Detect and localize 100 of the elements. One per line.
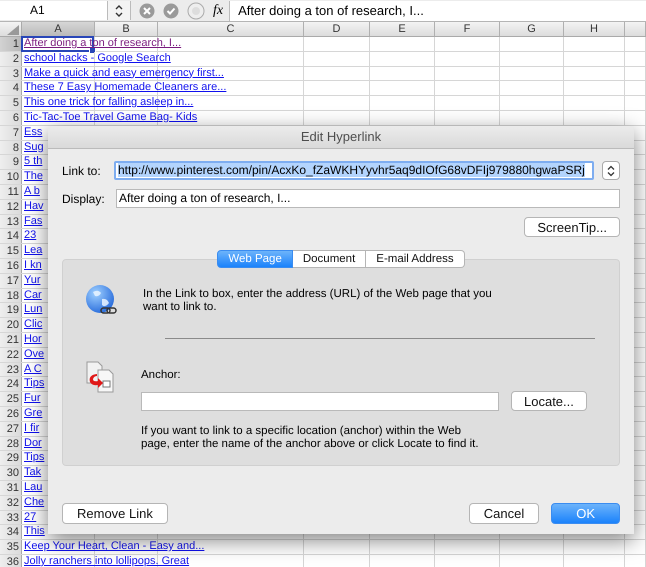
tab[interactable]: E-mail Address bbox=[366, 250, 465, 268]
row-header[interactable]: 12 bbox=[0, 200, 22, 214]
cancel-icon[interactable] bbox=[139, 2, 155, 18]
hyperlink-cell-text[interactable]: 27 bbox=[24, 510, 36, 524]
hyperlink-cell-text[interactable]: Dor bbox=[24, 436, 42, 450]
stepper-icon[interactable] bbox=[108, 1, 131, 20]
remove-link-button[interactable]: Remove Link bbox=[62, 503, 168, 524]
row-header[interactable]: 17 bbox=[0, 274, 22, 288]
column-header[interactable]: C bbox=[158, 22, 304, 36]
hyperlink-cell-text[interactable]: Keep Your Heart, Clean - Easy and... bbox=[24, 540, 204, 554]
hyperlink-cell-text[interactable]: Tak bbox=[24, 466, 42, 480]
row-header[interactable]: 7 bbox=[0, 126, 22, 140]
hyperlink-cell-text[interactable]: Tips bbox=[24, 451, 44, 464]
hyperlink-cell-text[interactable]: Ess bbox=[24, 126, 42, 139]
hyperlink-cell-text[interactable]: Fas bbox=[24, 214, 42, 228]
hyperlink-cell-text[interactable]: I fir bbox=[24, 422, 40, 435]
tab[interactable]: Document bbox=[292, 250, 366, 268]
column-header[interactable]: E bbox=[370, 22, 435, 36]
locate-button[interactable]: Locate... bbox=[511, 391, 587, 411]
name-box[interactable]: A1 bbox=[0, 1, 108, 20]
display-label: Display: bbox=[62, 192, 106, 206]
row-header[interactable]: 6 bbox=[0, 110, 22, 125]
row-header[interactable]: 30 bbox=[0, 466, 22, 480]
row-header[interactable]: 26 bbox=[0, 406, 22, 421]
row-header[interactable]: 23 bbox=[0, 362, 22, 376]
row-header[interactable]: 4 bbox=[0, 81, 22, 96]
row-header[interactable]: 32 bbox=[0, 496, 22, 510]
row-header[interactable]: 5 bbox=[0, 96, 22, 110]
row-header[interactable]: 24 bbox=[0, 377, 22, 392]
hyperlink-cell-text[interactable]: A C bbox=[24, 362, 42, 376]
formula-field[interactable]: After doing a ton of research, I... bbox=[229, 0, 646, 20]
check-icon[interactable] bbox=[163, 2, 179, 18]
row-header[interactable]: 27 bbox=[0, 422, 22, 436]
row-header[interactable]: 25 bbox=[0, 392, 22, 406]
row-header[interactable]: 29 bbox=[0, 451, 22, 466]
hyperlink-cell-text[interactable]: A b bbox=[24, 184, 40, 198]
hyperlink-cell-text[interactable]: Sug bbox=[24, 140, 44, 154]
anchor-field[interactable] bbox=[141, 392, 499, 410]
row-header[interactable]: 3 bbox=[0, 66, 22, 80]
row-header[interactable]: 15 bbox=[0, 244, 22, 258]
row-header[interactable]: 10 bbox=[0, 170, 22, 184]
dialog-title: Edit Hyperlink bbox=[48, 126, 634, 149]
row-header[interactable]: 34 bbox=[0, 525, 22, 540]
hyperlink-cell-text[interactable]: 5 th bbox=[24, 155, 42, 168]
hyperlink-cell-text[interactable]: Lau bbox=[24, 480, 42, 494]
row-header[interactable]: 13 bbox=[0, 214, 22, 228]
hyperlink-cell-text[interactable]: school hacks - Google Search bbox=[24, 52, 171, 65]
link-to-field[interactable]: http://www.pinterest.com/pin/AcxKo_fZaWKHYyvhr5aq9dIOfG68vDFIj979880hgwaPSRj bbox=[114, 161, 594, 180]
row-header[interactable]: 9 bbox=[0, 155, 22, 170]
column-header[interactable]: H bbox=[564, 22, 625, 36]
hyperlink-cell-text[interactable]: Ove bbox=[24, 348, 44, 361]
circle-icon[interactable] bbox=[187, 2, 205, 20]
hyperlink-cell-text[interactable]: This one trick for falling asleep in... bbox=[24, 96, 194, 110]
row-header[interactable]: 19 bbox=[0, 303, 22, 318]
column-header[interactable]: D bbox=[304, 22, 370, 36]
hyperlink-cell-text[interactable]: Clic bbox=[24, 318, 42, 332]
url-text: http://www.pinterest.com/pin/AcxKo_fZaWKHYyvhr5aq9dIOfG68vDFIj979880hgwaPSRj bbox=[118, 163, 585, 177]
hyperlink-cell-text[interactable]: Yur bbox=[24, 274, 41, 287]
row-header[interactable]: 35 bbox=[0, 540, 22, 554]
hyperlink-cell-text[interactable]: This bbox=[24, 525, 45, 538]
hyperlink-cell-text[interactable]: Fur bbox=[24, 392, 40, 406]
hyperlink-cell-text[interactable]: These 7 Easy Homemade Cleaners are... bbox=[24, 81, 226, 94]
hyperlink-cell-text[interactable]: The bbox=[24, 170, 43, 184]
hyperlink-cell-text[interactable]: Hor bbox=[24, 332, 42, 346]
hyperlink-cell-text[interactable]: Lun bbox=[24, 303, 42, 316]
hyperlink-cell-text[interactable]: Jolly ranchers into lollipops. Great bbox=[24, 554, 190, 567]
function-button[interactable]: fx bbox=[213, 2, 224, 18]
hyperlink-cell-text[interactable]: Car bbox=[24, 288, 42, 302]
screentip-button[interactable]: ScreenTip... bbox=[524, 217, 620, 237]
row-header[interactable]: 1 bbox=[0, 37, 22, 51]
row-header[interactable]: 33 bbox=[0, 510, 22, 524]
column-header[interactable]: A bbox=[22, 22, 95, 36]
hyperlink-cell-text[interactable]: Hav bbox=[24, 200, 44, 213]
row-header[interactable]: 36 bbox=[0, 554, 22, 567]
hyperlink-cell-text[interactable]: Che bbox=[24, 496, 44, 509]
row-header[interactable]: 18 bbox=[0, 288, 22, 302]
hyperlink-cell-text[interactable]: Make a quick and easy emergency first... bbox=[24, 66, 224, 80]
hyperlink-cell-text[interactable]: Tips bbox=[24, 377, 44, 390]
display-field[interactable]: After doing a ton of research, I... bbox=[116, 189, 620, 208]
recent-links-stepper[interactable] bbox=[602, 161, 620, 180]
link-to-label: Link to: bbox=[62, 164, 102, 178]
column-header[interactable]: F bbox=[435, 22, 500, 36]
hyperlink-cell-text[interactable]: Lea bbox=[24, 244, 42, 258]
row-header[interactable]: 8 bbox=[0, 140, 22, 154]
row-header[interactable]: 2 bbox=[0, 52, 22, 66]
row-header[interactable]: 14 bbox=[0, 229, 22, 244]
row-header[interactable]: 20 bbox=[0, 318, 22, 332]
row-header[interactable]: 16 bbox=[0, 258, 22, 273]
hyperlink-cell-text[interactable]: 23 bbox=[24, 229, 36, 242]
column-header[interactable]: B bbox=[95, 22, 158, 36]
row-header[interactable]: 28 bbox=[0, 436, 22, 450]
row-header[interactable]: 21 bbox=[0, 332, 22, 347]
column-header[interactable]: G bbox=[500, 22, 564, 36]
row-header[interactable]: 11 bbox=[0, 184, 22, 199]
row-header[interactable]: 31 bbox=[0, 480, 22, 495]
cancel-button[interactable]: Cancel bbox=[468, 503, 540, 524]
hyperlink-cell-text[interactable]: I kn bbox=[24, 258, 42, 272]
row-header[interactable]: 22 bbox=[0, 348, 22, 362]
hyperlink-cell-text[interactable]: Tic-Tac-Toe Travel Game Bag- Kids bbox=[24, 110, 198, 124]
hyperlink-cell-text[interactable]: Gre bbox=[24, 406, 42, 420]
